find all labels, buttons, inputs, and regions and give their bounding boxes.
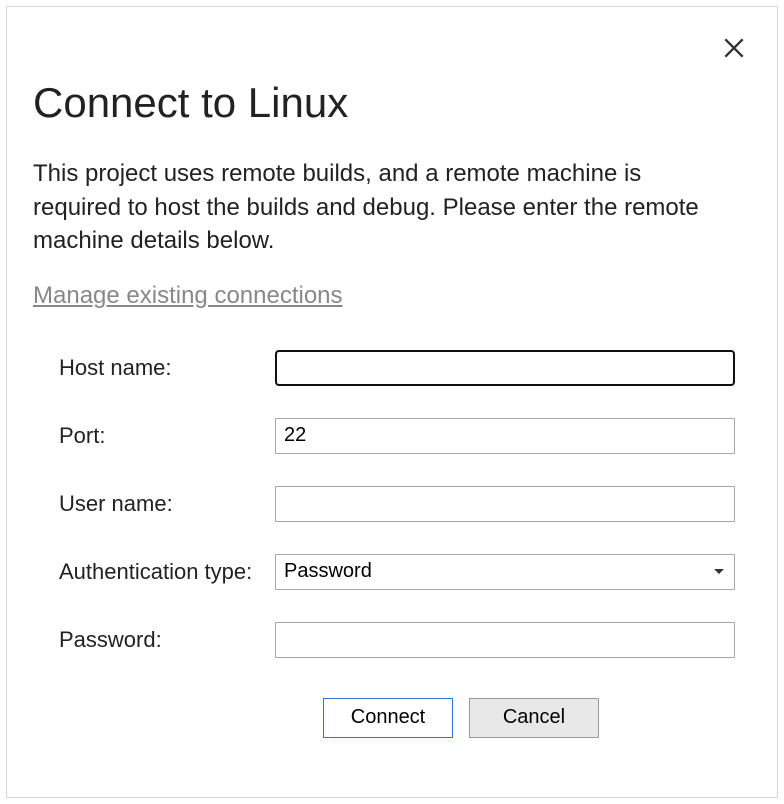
cancel-button[interactable]: Cancel: [469, 698, 599, 738]
username-input[interactable]: [275, 486, 735, 522]
close-icon[interactable]: [721, 35, 747, 61]
connect-button[interactable]: Connect: [323, 698, 453, 738]
dialog-buttons: Connect Cancel: [59, 698, 735, 738]
port-label: Port:: [59, 423, 275, 449]
port-input[interactable]: [275, 418, 735, 454]
manage-connections-link[interactable]: Manage existing connections: [7, 258, 343, 310]
password-input[interactable]: [275, 622, 735, 658]
dialog-description: This project uses remote builds, and a r…: [7, 127, 777, 258]
username-label: User name:: [59, 491, 275, 517]
hostname-input[interactable]: [275, 350, 735, 386]
connection-form: Host name: Port: User name: Authenticati…: [7, 310, 777, 738]
chevron-down-icon: [714, 569, 724, 574]
connect-dialog: Connect to Linux This project uses remot…: [6, 6, 778, 798]
username-row: User name:: [59, 486, 735, 522]
port-row: Port:: [59, 418, 735, 454]
authtype-label: Authentication type:: [59, 559, 275, 585]
authtype-value: Password: [284, 560, 714, 583]
password-row: Password:: [59, 622, 735, 658]
password-label: Password:: [59, 627, 275, 653]
hostname-row: Host name:: [59, 350, 735, 386]
authtype-select[interactable]: Password: [275, 554, 735, 590]
dialog-title: Connect to Linux: [7, 7, 777, 127]
hostname-label: Host name:: [59, 355, 275, 381]
authtype-row: Authentication type: Password: [59, 554, 735, 590]
